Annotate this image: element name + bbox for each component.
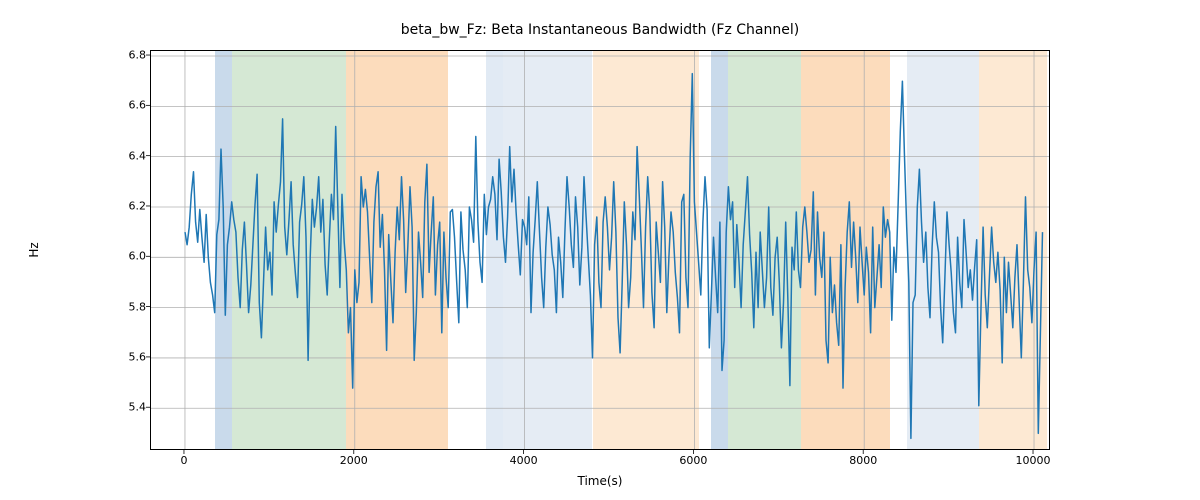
x-tick-label: 8000 <box>849 454 877 467</box>
chart-title: beta_bw_Fz: Beta Instantaneous Bandwidth… <box>0 22 1200 38</box>
chart-container: beta_bw_Fz: Beta Instantaneous Bandwidth… <box>0 0 1200 500</box>
x-tick-label: 10000 <box>1016 454 1051 467</box>
x-tick-label: 6000 <box>679 454 707 467</box>
x-tick-label: 0 <box>180 454 187 467</box>
y-tick-label: 6.4 <box>96 149 146 162</box>
y-tick-label: 5.4 <box>96 401 146 414</box>
plot-area <box>150 50 1050 450</box>
y-tick-label: 5.8 <box>96 300 146 313</box>
x-axis-label: Time(s) <box>0 474 1200 488</box>
y-tick-label: 5.6 <box>96 350 146 363</box>
y-tick-label: 6.8 <box>96 49 146 62</box>
y-axis-label: Hz <box>27 242 41 257</box>
y-tick-label: 6.6 <box>96 99 146 112</box>
series-line <box>185 74 1043 439</box>
y-tick-label: 6.2 <box>96 199 146 212</box>
y-tick-label: 6.0 <box>96 250 146 263</box>
x-tick-label: 4000 <box>510 454 538 467</box>
line-series <box>151 51 1050 450</box>
x-tick-label: 2000 <box>340 454 368 467</box>
